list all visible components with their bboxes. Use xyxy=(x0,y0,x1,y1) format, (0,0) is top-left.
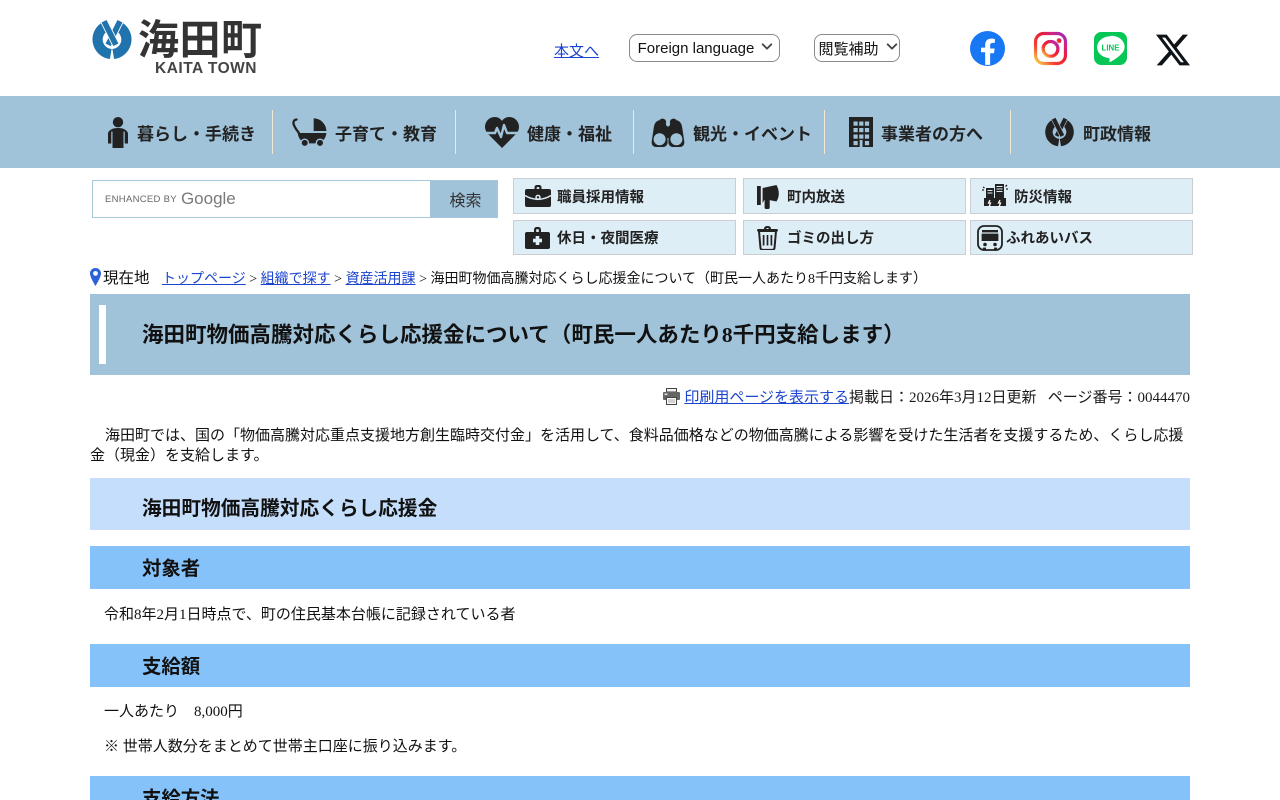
svg-text:LINE: LINE xyxy=(1102,44,1120,53)
